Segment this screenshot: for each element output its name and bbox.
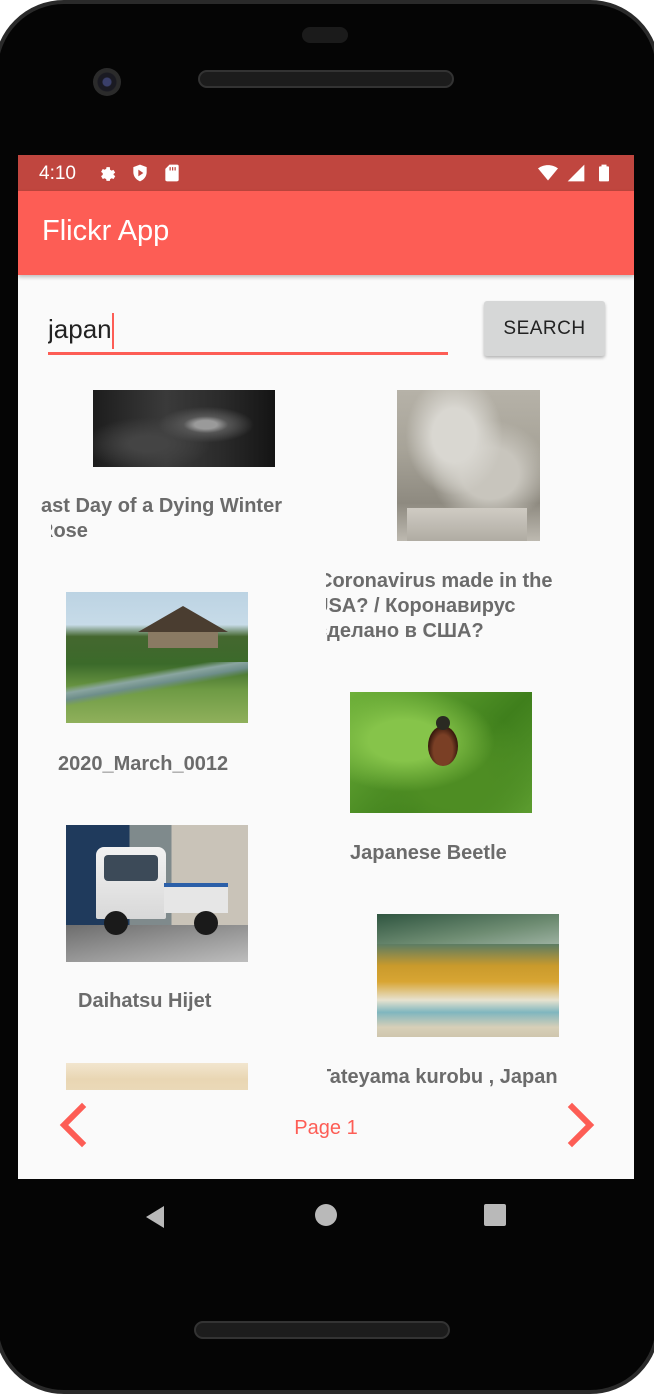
chevron-right-icon bbox=[567, 1102, 595, 1148]
signal-icon bbox=[567, 164, 585, 182]
search-button[interactable]: SEARCH bbox=[484, 301, 605, 356]
caption-line: сделано в США? bbox=[316, 620, 484, 642]
truck-cab-shape bbox=[96, 847, 166, 919]
system-navigation-bar bbox=[0, 1180, 654, 1250]
roof-shape bbox=[138, 606, 228, 632]
previous-page-button[interactable] bbox=[54, 1101, 94, 1149]
creek-shape bbox=[66, 662, 248, 712]
search-input[interactable] bbox=[48, 313, 448, 355]
bottom-speaker bbox=[194, 1321, 450, 1339]
photo-thumbnail-lake[interactable] bbox=[377, 914, 559, 1037]
app-toolbar: Flickr App bbox=[18, 191, 634, 275]
app-title: Flickr App bbox=[42, 215, 170, 247]
photo-caption: ast Day of a Dying Winter Rose bbox=[41, 494, 282, 544]
recents-button[interactable] bbox=[482, 1202, 508, 1228]
sd-card-icon bbox=[165, 164, 179, 182]
wall-shape bbox=[148, 632, 218, 648]
photo-caption: Coronavirus made in the USA? / Коронавир… bbox=[316, 569, 553, 644]
device-frame: 4:10 Flickr App SEARCH ast Day of a Dyin… bbox=[0, 0, 654, 1394]
photo-thumbnail-rose[interactable] bbox=[93, 390, 275, 467]
photo-thumbnail-beetle[interactable] bbox=[350, 692, 532, 813]
wifi-icon bbox=[538, 165, 558, 181]
app-screen: 4:10 Flickr App SEARCH ast Day of a Dyin… bbox=[18, 155, 634, 1179]
shield-play-icon bbox=[133, 164, 147, 182]
recents-icon bbox=[484, 1204, 506, 1226]
status-time: 4:10 bbox=[39, 163, 76, 184]
earpiece-sensor bbox=[302, 27, 348, 43]
truck-wheel-shape bbox=[104, 911, 128, 935]
chevron-left-icon bbox=[59, 1102, 87, 1148]
back-button[interactable] bbox=[140, 1202, 170, 1232]
front-camera bbox=[93, 68, 121, 96]
status-bar: 4:10 bbox=[18, 155, 634, 191]
photo-caption: 2020_March_0012 bbox=[58, 753, 229, 775]
next-page-button[interactable] bbox=[560, 1101, 600, 1149]
top-speaker bbox=[198, 70, 454, 88]
truck-wheel-shape bbox=[194, 911, 218, 935]
caption-line: USA? / Коронавирус bbox=[314, 595, 516, 617]
photo-thumbnail-house[interactable] bbox=[66, 592, 248, 723]
home-button[interactable] bbox=[313, 1202, 339, 1228]
page-indicator: Page 1 bbox=[294, 1117, 358, 1139]
photo-thumbnail-statue[interactable] bbox=[397, 390, 540, 541]
photo-thumbnail-truck[interactable] bbox=[66, 825, 248, 962]
photo-caption: Daihatsu Hijet bbox=[78, 990, 212, 1012]
home-icon bbox=[315, 1204, 337, 1226]
caption-line: ast Day of a Dying Winter bbox=[41, 495, 282, 517]
photo-thumbnail-partial[interactable] bbox=[66, 1063, 248, 1090]
gear-icon bbox=[101, 167, 116, 181]
truck-bed-shape bbox=[164, 883, 228, 913]
caption-line: Rose bbox=[39, 520, 88, 542]
beetle-shape bbox=[428, 716, 458, 766]
photo-caption: Japanese Beetle bbox=[350, 842, 507, 864]
text-cursor bbox=[112, 313, 114, 349]
back-icon bbox=[146, 1206, 164, 1228]
caption-line: Coronavirus made in the bbox=[318, 570, 553, 592]
photo-caption: Tateyama kurobu , Japan bbox=[319, 1066, 558, 1088]
battery-icon bbox=[599, 164, 609, 182]
